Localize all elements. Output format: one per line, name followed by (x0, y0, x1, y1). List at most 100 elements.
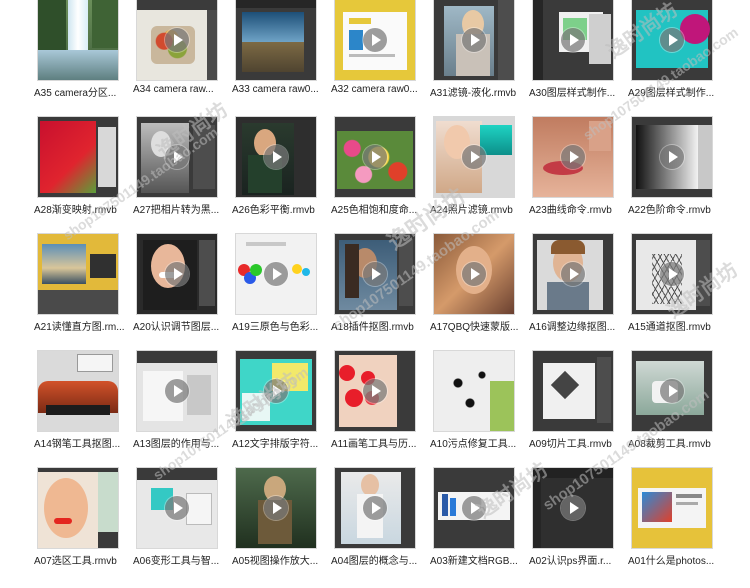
video-filename: A07选区工具.rmvb (34, 556, 117, 567)
video-filename: A24照片滤镜.rmvb (430, 205, 513, 216)
play-icon (264, 262, 288, 286)
video-thumbnail (434, 351, 514, 431)
video-tile[interactable]: A31滤镜-液化.rmvb (430, 0, 516, 117)
video-thumbnail (434, 468, 514, 548)
video-filename: A17QBQ快速蒙版... (430, 322, 519, 333)
play-icon (363, 496, 387, 520)
video-thumbnail (533, 117, 613, 197)
video-tile[interactable]: A35 camera分区... (34, 0, 118, 117)
video-tile[interactable]: A33 camera raw0... (232, 0, 319, 117)
video-tile[interactable]: A15通道抠图.rmvb (628, 234, 712, 351)
video-thumbnail (335, 468, 415, 548)
video-thumbnail (335, 0, 415, 80)
play-icon (165, 379, 189, 403)
play-icon (165, 28, 189, 52)
video-tile[interactable]: A21读懂直方图.rm... (34, 234, 125, 351)
video-thumbnail (434, 0, 514, 80)
video-tile[interactable]: A13图层的作用与... (133, 351, 219, 468)
video-thumbnail-grid: A35 camera分区... A34 camera raw... A33 ca… (34, 0, 714, 585)
play-icon (165, 262, 189, 286)
video-thumbnail (533, 468, 613, 548)
video-filename: A16调整边缘抠图... (529, 322, 616, 333)
video-filename: A15通道抠图.rmvb (628, 322, 711, 333)
video-thumbnail (236, 468, 316, 548)
video-filename: A28渐变映射.rmvb (34, 205, 117, 216)
video-thumbnail (236, 0, 316, 80)
video-filename: A04图层的概念与... (331, 556, 418, 567)
video-tile[interactable]: A24照片滤镜.rmvb (430, 117, 514, 234)
play-icon (363, 379, 387, 403)
video-filename: A02认识ps界面.r... (529, 556, 612, 567)
video-tile[interactable]: A26色彩平衡.rmvb (232, 117, 316, 234)
video-tile[interactable]: A17QBQ快速蒙版... (430, 234, 518, 351)
video-tile[interactable]: A01什么是photos... (628, 468, 714, 585)
video-filename: A03新建文档RGB... (430, 556, 518, 567)
video-thumbnail (632, 468, 712, 548)
video-thumbnail (137, 468, 217, 548)
play-icon (165, 496, 189, 520)
video-tile[interactable]: A06变形工具与智... (133, 468, 219, 585)
video-tile[interactable]: A09切片工具.rmvb (529, 351, 613, 468)
video-thumbnail (137, 351, 217, 431)
video-tile[interactable]: A08裁剪工具.rmvb (628, 351, 712, 468)
play-icon (660, 145, 684, 169)
video-tile[interactable]: A07选区工具.rmvb (34, 468, 118, 585)
video-tile[interactable]: A04图层的概念与... (331, 468, 417, 585)
play-icon (660, 379, 684, 403)
video-tile[interactable]: A27把相片转为黑... (133, 117, 219, 234)
video-tile[interactable]: A18插件抠图.rmvb (331, 234, 415, 351)
video-tile[interactable]: A14钢笔工具抠图... (34, 351, 120, 468)
video-tile[interactable]: A34 camera raw... (133, 0, 217, 117)
video-thumbnail (38, 117, 118, 197)
video-filename: A22色阶命令.rmvb (628, 205, 711, 216)
video-tile[interactable]: A05视图操作放大... (232, 468, 318, 585)
video-filename: A32 camera raw0... (331, 84, 418, 95)
video-tile[interactable]: A03新建文档RGB... (430, 468, 518, 585)
video-thumbnail (335, 234, 415, 314)
play-icon (264, 379, 288, 403)
video-tile[interactable]: A29图层样式制作... (628, 0, 714, 117)
video-filename: A21读懂直方图.rm... (34, 322, 125, 333)
play-icon (363, 145, 387, 169)
video-filename: A14钢笔工具抠图... (34, 439, 121, 450)
video-filename: A19三原色与色彩... (232, 322, 319, 333)
video-thumbnail (335, 117, 415, 197)
video-thumbnail (236, 351, 316, 431)
play-icon (264, 496, 288, 520)
video-tile[interactable]: A30图层样式制作... (529, 0, 615, 117)
video-thumbnail (632, 0, 712, 80)
video-tile[interactable]: A19三原色与色彩... (232, 234, 318, 351)
video-thumbnail (137, 234, 217, 314)
video-thumbnail (434, 234, 514, 314)
video-thumbnail (38, 468, 118, 548)
video-thumbnail (236, 117, 316, 197)
video-filename: A33 camera raw0... (232, 84, 319, 95)
play-icon (363, 262, 387, 286)
video-tile[interactable]: A16调整边缘抠图... (529, 234, 615, 351)
video-filename: A09切片工具.rmvb (529, 439, 612, 450)
video-tile[interactable]: A22色阶命令.rmvb (628, 117, 712, 234)
video-thumbnail (632, 234, 712, 314)
video-tile[interactable]: A20认识调节图层... (133, 234, 219, 351)
video-tile[interactable]: A11画笔工具与历... (331, 351, 416, 468)
play-icon (660, 28, 684, 52)
video-tile[interactable]: A23曲线命令.rmvb (529, 117, 613, 234)
video-filename: A30图层样式制作... (529, 88, 616, 99)
video-filename: A13图层的作用与... (133, 439, 220, 450)
video-tile[interactable]: A10污点修复工具... (430, 351, 516, 468)
play-icon (561, 496, 585, 520)
video-filename: A34 camera raw... (133, 84, 214, 95)
video-thumbnail (434, 117, 514, 197)
video-filename: A11画笔工具与历... (331, 439, 417, 450)
video-thumbnail (137, 0, 217, 80)
video-filename: A18插件抠图.rmvb (331, 322, 414, 333)
play-icon (561, 28, 585, 52)
video-tile[interactable]: A32 camera raw0... (331, 0, 418, 117)
play-icon (165, 145, 189, 169)
video-tile[interactable]: A12文字排版字符... (232, 351, 318, 468)
play-icon (462, 28, 486, 52)
video-thumbnail (38, 351, 118, 431)
video-tile[interactable]: A25色相饱和度命... (331, 117, 417, 234)
video-tile[interactable]: A02认识ps界面.r... (529, 468, 613, 585)
video-tile[interactable]: A28渐变映射.rmvb (34, 117, 118, 234)
